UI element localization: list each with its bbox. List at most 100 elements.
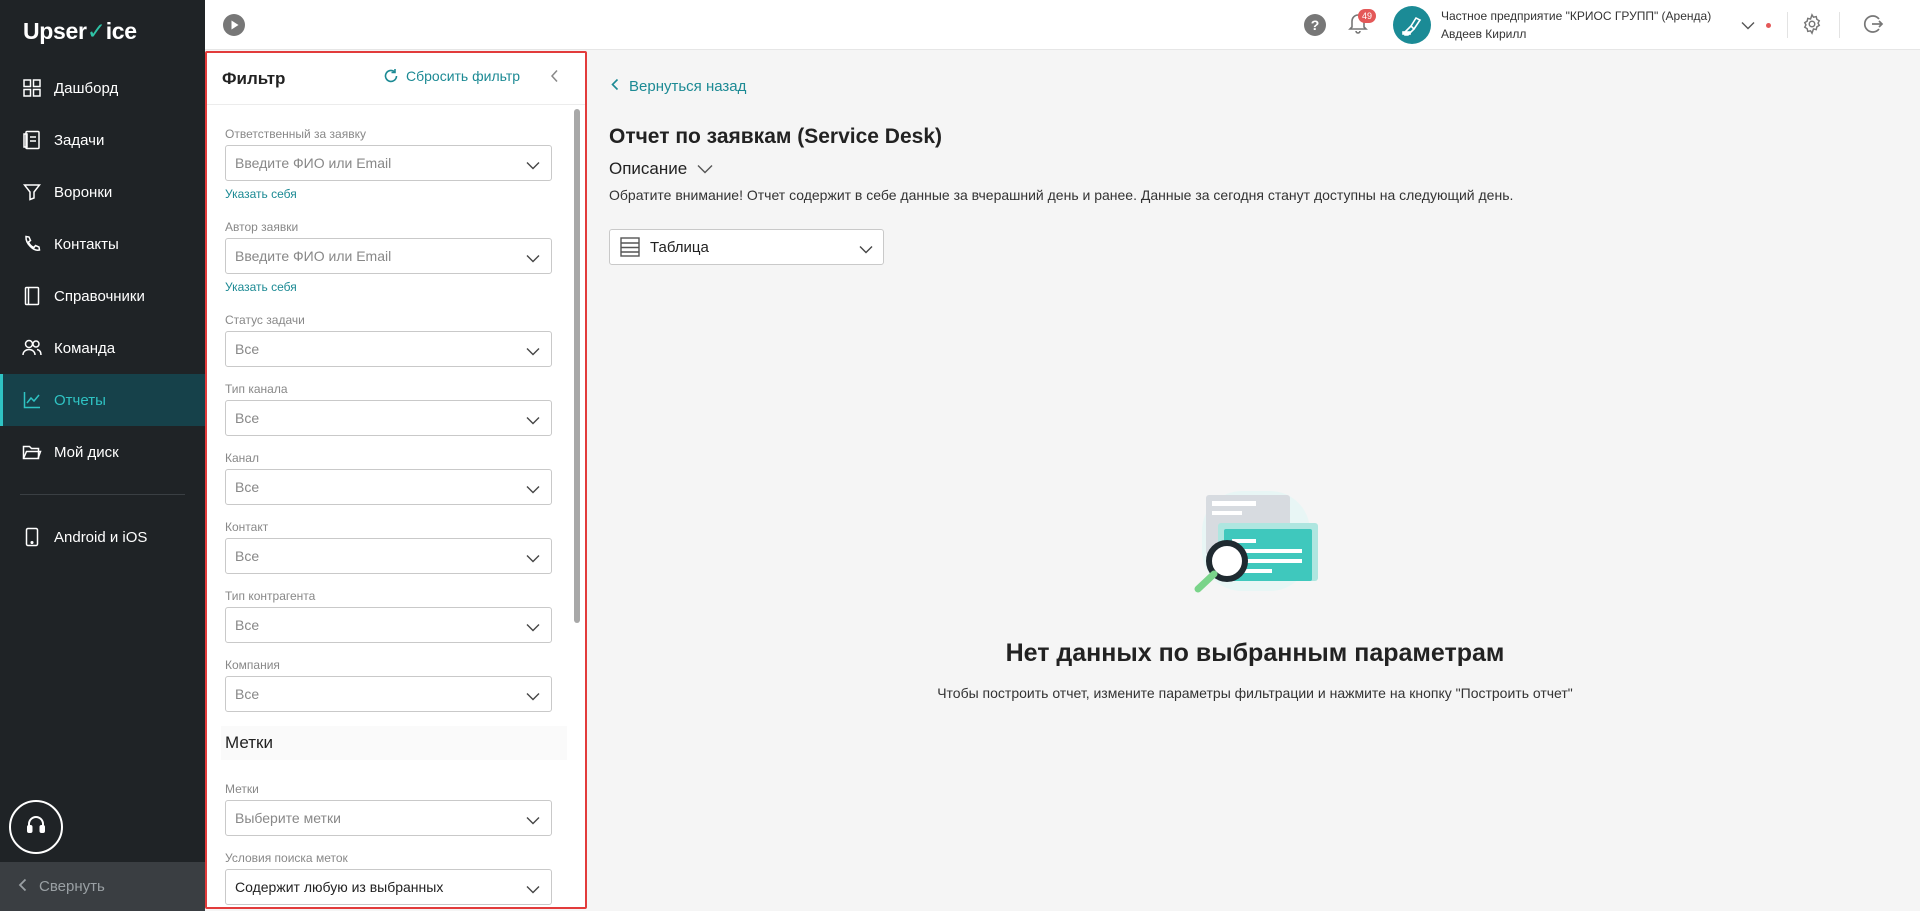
phone-icon — [22, 527, 42, 547]
chevron-down-icon — [697, 159, 713, 179]
refresh-icon — [383, 68, 399, 84]
select-value: Все — [235, 410, 260, 426]
collapse-filter-button[interactable] — [550, 69, 559, 88]
collapse-label: Свернуть — [39, 878, 105, 895]
tags-section-title: Метки — [221, 726, 567, 760]
sidebar-item-reports[interactable]: Отчеты — [0, 374, 205, 426]
sidebar-item-label: Задачи — [54, 131, 105, 149]
book-icon — [22, 286, 42, 306]
filter-title: Фильтр — [222, 68, 286, 88]
author-field: Автор заявки Введите ФИО или Email Указа… — [225, 220, 552, 294]
tag-search-condition-field: Условия поиска меток Содержит любую из в… — [225, 851, 552, 905]
channel-type-select[interactable]: Все — [225, 400, 552, 436]
channel-select[interactable]: Все — [225, 469, 552, 505]
view-mode-value: Таблица — [650, 238, 709, 256]
org-name: Частное предприятие "КРИОС ГРУПП" (Аренд… — [1441, 9, 1712, 23]
company-select[interactable]: Все — [225, 676, 552, 712]
chevron-down-icon — [526, 157, 540, 173]
chevron-down-icon — [526, 481, 540, 497]
counterparty-type-select[interactable]: Все — [225, 607, 552, 643]
channel-field: Канал Все — [225, 451, 552, 505]
divider — [1839, 12, 1840, 38]
sidebar-item-dashboard[interactable]: Дашборд — [0, 62, 205, 114]
field-label: Автор заявки — [225, 220, 299, 234]
logout-button[interactable] — [1862, 13, 1884, 40]
sidebar-item-contacts[interactable]: Контакты — [0, 218, 205, 270]
tags-select[interactable]: Выберите метки — [225, 800, 552, 836]
app-root: Upser✓ice Дашборд Задачи Воронки Контакт… — [0, 0, 1920, 911]
field-label: Канал — [225, 451, 259, 465]
main-nav: Дашборд Задачи Воронки Контакты Справочн… — [0, 62, 205, 563]
headset-icon — [25, 814, 47, 841]
empty-state-illustration — [1180, 487, 1330, 622]
chevron-left-icon — [550, 69, 558, 83]
help-icon[interactable]: ? — [1304, 14, 1326, 36]
report-notice: Обратите внимание! Отчет содержит в себе… — [609, 187, 1514, 203]
sidebar: Upser✓ice Дашборд Задачи Воронки Контакт… — [0, 0, 205, 911]
view-mode-select[interactable]: Таблица — [609, 229, 884, 265]
org-avatar[interactable] — [1393, 6, 1431, 44]
contact-field: Контакт Все — [225, 520, 552, 574]
filter-panel: Фильтр Сбросить фильтр Ответственный за … — [205, 51, 587, 909]
support-button[interactable] — [9, 800, 63, 854]
funnel-icon — [22, 182, 42, 202]
account-info[interactable]: Частное предприятие "КРИОС ГРУПП" (Аренд… — [1441, 7, 1711, 43]
top-bar: ? 49 Частное предприятие "КРИОС ГРУПП" (… — [205, 0, 1920, 50]
author-select[interactable]: Введите ФИО или Email — [225, 238, 552, 274]
logo-prefix: Upser — [23, 18, 87, 44]
sidebar-item-team[interactable]: Команда — [0, 322, 205, 374]
sidebar-item-my-disk[interactable]: Мой диск — [0, 426, 205, 478]
chevron-down-icon[interactable] — [1741, 17, 1755, 35]
author-self-link[interactable]: Указать себя — [225, 280, 552, 294]
logo-check: ✓ — [86, 18, 106, 44]
settings-button[interactable] — [1801, 13, 1823, 40]
sidebar-item-tasks[interactable]: Задачи — [0, 114, 205, 166]
filter-scrollbar[interactable] — [574, 109, 580, 623]
notifications-badge: 49 — [1358, 9, 1376, 23]
sidebar-item-directories[interactable]: Справочники — [0, 270, 205, 322]
reset-filter-button[interactable]: Сбросить фильтр — [383, 68, 520, 84]
collapse-sidebar-button[interactable]: Свернуть — [0, 862, 205, 911]
sidebar-item-label: Справочники — [54, 287, 145, 305]
task-status-select[interactable]: Все — [225, 331, 552, 367]
assignee-field: Ответственный за заявку Введите ФИО или … — [225, 127, 552, 201]
counterparty-type-field: Тип контрагента Все — [225, 589, 552, 643]
nav-divider — [20, 494, 185, 495]
sidebar-item-label: Дашборд — [54, 79, 119, 97]
app-logo[interactable]: Upser✓ice — [23, 18, 137, 45]
chevron-left-icon — [18, 878, 27, 896]
assign-self-link[interactable]: Указать себя — [225, 187, 552, 201]
chevron-down-icon — [526, 688, 540, 704]
field-label: Статус задачи — [225, 313, 305, 327]
divider — [1787, 12, 1788, 38]
sidebar-item-funnels[interactable]: Воронки — [0, 166, 205, 218]
chevron-left-icon — [611, 78, 619, 95]
chevron-down-icon — [526, 619, 540, 635]
tasks-icon — [22, 130, 42, 150]
sidebar-item-label: Воронки — [54, 183, 113, 201]
empty-state-title: Нет данных по выбранным параметрам — [1005, 639, 1505, 667]
select-value: Все — [235, 617, 260, 633]
field-label: Тип канала — [225, 382, 288, 396]
sidebar-item-mobile-apps[interactable]: Android и iOS — [0, 511, 205, 563]
empty-state-subtitle: Чтобы построить отчет, измените параметр… — [937, 685, 1573, 701]
play-button[interactable] — [223, 14, 245, 36]
company-field: Компания Все — [225, 658, 552, 712]
chevron-down-icon — [526, 250, 540, 266]
logout-icon — [1863, 15, 1884, 33]
sidebar-item-label: Команда — [54, 339, 116, 357]
logo-suffix: ice — [105, 18, 137, 44]
tag-search-condition-select[interactable]: Содержит любую из выбранных — [225, 869, 552, 905]
select-value: Все — [235, 686, 260, 702]
field-label: Компания — [225, 658, 280, 672]
select-value: Все — [235, 548, 260, 564]
page-title: Отчет по заявкам (Service Desk) — [609, 125, 942, 148]
description-toggle[interactable]: Описание — [609, 159, 713, 179]
contact-select[interactable]: Все — [225, 538, 552, 574]
select-placeholder: Введите ФИО или Email — [235, 248, 392, 264]
select-value: Все — [235, 479, 260, 495]
back-link[interactable]: Вернуться назад — [611, 78, 746, 95]
select-placeholder: Введите ФИО или Email — [235, 155, 392, 171]
assignee-select[interactable]: Введите ФИО или Email — [225, 145, 552, 181]
field-label: Ответственный за заявку — [225, 127, 366, 141]
